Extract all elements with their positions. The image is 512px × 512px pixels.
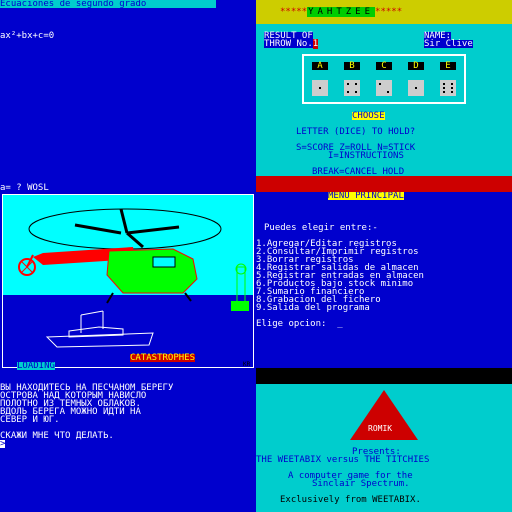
player-name: Sir Clive — [424, 39, 473, 49]
dice-tray: A B C D E — [302, 54, 466, 104]
hold-question: LETTER (DICE) TO HOLD? — [296, 127, 416, 137]
die-letter-e[interactable]: E — [440, 62, 456, 71]
die-pip — [443, 87, 445, 89]
die-pip — [379, 83, 381, 85]
romik-logo-icon — [350, 390, 418, 440]
yahtzee-title-bar: *****YAHTZEE***** — [256, 0, 512, 24]
die-pip — [443, 83, 445, 85]
die-pip — [451, 91, 453, 93]
throw-label-text: THROW No. — [264, 39, 313, 49]
die-pip — [347, 91, 349, 93]
die-d[interactable] — [408, 80, 424, 96]
picture-panel: LOADING CATASTROPHES KR — [0, 192, 256, 376]
help-line-2: I=INSTRUCTIONS — [328, 151, 404, 161]
adventure-prompt: СКАЖИ МНЕ ЧТО ДЕЛАТЬ. — [0, 431, 114, 441]
menu-prompt-text: Elige opcion: — [256, 319, 327, 329]
game-title: THE WEETABIX versus THE TITCHIES — [256, 455, 430, 465]
menu-panel: MENU PRINCIPAL Puedes elegir entre:- 1.A… — [256, 192, 512, 368]
equation-formula: ax²+bx+c=0 — [0, 31, 55, 41]
throw-label: THROW No.1 — [264, 39, 319, 49]
menu-cursor: _ — [337, 319, 343, 329]
loading-label: LOADING — [17, 361, 55, 371]
romik-logo-text: ROMIK — [368, 424, 393, 433]
menu-prompt[interactable]: Elige opcion: _ — [256, 319, 343, 329]
die-c[interactable] — [376, 80, 392, 96]
die-letter-d[interactable]: D — [408, 62, 424, 71]
adventure-cursor[interactable]: > — [0, 440, 6, 449]
helicopter-illustration — [18, 208, 249, 348]
die-pip — [451, 87, 453, 89]
die-e[interactable] — [440, 80, 456, 96]
die-pip — [355, 91, 357, 93]
equations-title: Ecuaciones de segundo grado — [0, 0, 216, 9]
die-pip — [451, 83, 453, 85]
die-b[interactable] — [344, 80, 360, 96]
picture-frame: LOADING CATASTROPHES KR — [2, 194, 254, 371]
break-line: BREAK=CANCEL HOLD — [312, 167, 405, 177]
divider-bar — [256, 176, 512, 192]
die-pip — [387, 91, 389, 93]
die-pip — [347, 83, 349, 85]
choose-label: CHOOSE — [352, 111, 385, 121]
adventure-line: СЕВЕР И ЮГ. — [0, 415, 60, 425]
catastrophes-title: CATASTROPHES — [130, 353, 196, 363]
yahtzee-title-text: YAHTZEE — [307, 7, 376, 17]
stars-left: ***** — [280, 7, 308, 17]
black-divider — [256, 368, 512, 384]
die-pip — [355, 83, 357, 85]
die-letter-b[interactable]: B — [344, 62, 360, 71]
menu-intro: Puedes elegir entre:- — [264, 223, 378, 233]
description-line-2: Sinclair Spectrum. — [312, 479, 410, 489]
die-pip — [415, 87, 417, 89]
yahtzee-panel: *****YAHTZEE***** RESULT OF THROW No.1 N… — [256, 0, 512, 176]
equations-panel: Ecuaciones de segundo grado ax²+bx+c=0 a… — [0, 0, 256, 192]
corner-mark: KR — [243, 361, 251, 368]
die-pip — [319, 87, 321, 89]
equation-prompt[interactable]: a= ? WOSL — [0, 184, 49, 193]
exclusive-line: Exclusively from WEETABIX. — [280, 495, 421, 505]
throw-number: 1 — [312, 39, 319, 49]
die-pip — [443, 91, 445, 93]
stars-right: ***** — [375, 7, 403, 17]
romik-panel: ROMIK Presents: THE WEETABIX versus THE … — [256, 384, 512, 512]
die-letter-c[interactable]: C — [376, 62, 392, 71]
yahtzee-title: *****YAHTZEE***** — [280, 7, 403, 17]
menu-item[interactable]: 9.Salida del programa — [256, 304, 370, 313]
die-letter-a[interactable]: A — [312, 62, 328, 71]
menu-title: MENU PRINCIPAL — [328, 192, 404, 201]
adventure-panel: ВЫ НАХОДИТЕСЬ НА ПЕСЧАНОМ БЕРЕГУ ОСТРОВА … — [0, 376, 256, 512]
die-a[interactable] — [312, 80, 328, 96]
